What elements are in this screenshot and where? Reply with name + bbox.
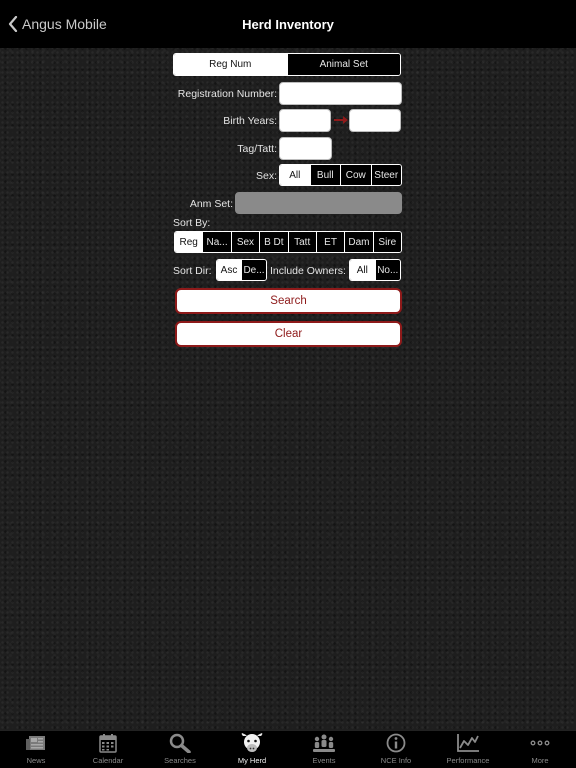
birth-year-from-input[interactable] (279, 109, 331, 132)
sort-dir-label: Sort Dir: (173, 265, 212, 277)
sex-segmented-control: All Bull Cow Steer (279, 164, 402, 186)
mode-segmented-control: Reg Num Animal Set (173, 53, 401, 76)
back-button[interactable]: Angus Mobile (8, 0, 107, 48)
sort-dir-option-desc[interactable]: De... (241, 260, 266, 280)
tab-label: My Herd (237, 756, 267, 765)
people-icon (312, 732, 336, 754)
include-owners-option-no[interactable]: No... (374, 260, 400, 280)
search-icon (168, 732, 192, 754)
tab-my-herd[interactable]: My Herd (216, 731, 288, 768)
page-title: Herd Inventory (242, 16, 334, 32)
tab-events[interactable]: Events (288, 731, 360, 768)
sex-option-bull[interactable]: Bull (309, 165, 340, 185)
back-label: Angus Mobile (22, 16, 107, 32)
tab-performance[interactable]: Performance (432, 731, 504, 768)
chevron-left-icon (8, 16, 18, 32)
sort-dir-segmented-control: Asc De... (216, 259, 267, 281)
tag-tatt-label: Tag/Tatt: (237, 143, 277, 155)
sort-by-segmented-control: Reg Na... Sex B Dt Tatt ET Dam Sire (174, 231, 402, 253)
sex-label: Sex: (255, 170, 277, 182)
navigation-bar: Angus Mobile Herd Inventory (0, 0, 576, 48)
sort-by-label: Sort By: (173, 217, 211, 229)
tab-label: NCE Info (380, 756, 412, 765)
calendar-icon (96, 732, 120, 754)
sort-option-reg[interactable]: Reg (175, 232, 203, 252)
tab-calendar[interactable]: Calendar (72, 731, 144, 768)
include-owners-segmented-control: All No... (349, 259, 401, 281)
tab-bar: News Calendar Searches My Herd Events NC… (0, 730, 576, 768)
sort-option-tatt[interactable]: Tatt (287, 232, 316, 252)
cow-head-icon (240, 732, 264, 754)
sex-option-steer[interactable]: Steer (370, 165, 401, 185)
more-icon (528, 732, 552, 754)
tab-label: Calendar (92, 756, 124, 765)
tab-reg-num[interactable]: Reg Num (174, 54, 287, 75)
info-icon (384, 732, 408, 754)
tab-label: Searches (164, 756, 196, 765)
tab-label: Performance (446, 756, 490, 765)
tag-tatt-input[interactable] (279, 137, 332, 160)
news-icon (24, 732, 48, 754)
anm-set-label: Anm Set: (189, 198, 233, 210)
sort-option-sex[interactable]: Sex (230, 232, 260, 252)
tab-label: News (26, 756, 46, 765)
sort-option-dam[interactable]: Dam (344, 232, 373, 252)
tab-label: More (531, 756, 549, 765)
tab-nce-info[interactable]: NCE Info (360, 731, 432, 768)
tab-more[interactable]: More (504, 731, 576, 768)
sort-option-et[interactable]: ET (315, 232, 345, 252)
search-button[interactable]: Search (175, 288, 402, 314)
clear-button[interactable]: Clear (175, 321, 402, 347)
include-owners-label: Include Owners: (270, 265, 346, 277)
include-owners-option-all[interactable]: All (350, 260, 375, 280)
anm-set-input[interactable] (235, 192, 402, 214)
sort-option-name[interactable]: Na... (202, 232, 231, 252)
tab-news[interactable]: News (0, 731, 72, 768)
sort-dir-option-asc[interactable]: Asc (217, 260, 241, 280)
sex-option-cow[interactable]: Cow (340, 165, 371, 185)
sort-option-sire[interactable]: Sire (372, 232, 401, 252)
sort-option-birth-date[interactable]: B Dt (259, 232, 288, 252)
arrow-right-icon (334, 116, 348, 124)
sex-option-all[interactable]: All (280, 165, 310, 185)
birth-year-to-input[interactable] (349, 109, 401, 132)
chart-icon (456, 732, 480, 754)
registration-number-label: Registration Number: (177, 88, 277, 100)
tab-searches[interactable]: Searches (144, 731, 216, 768)
birth-years-label: Birth Years: (223, 115, 277, 127)
registration-number-input[interactable] (279, 82, 402, 105)
tab-label: Events (312, 756, 336, 765)
tab-animal-set[interactable]: Animal Set (286, 54, 400, 75)
